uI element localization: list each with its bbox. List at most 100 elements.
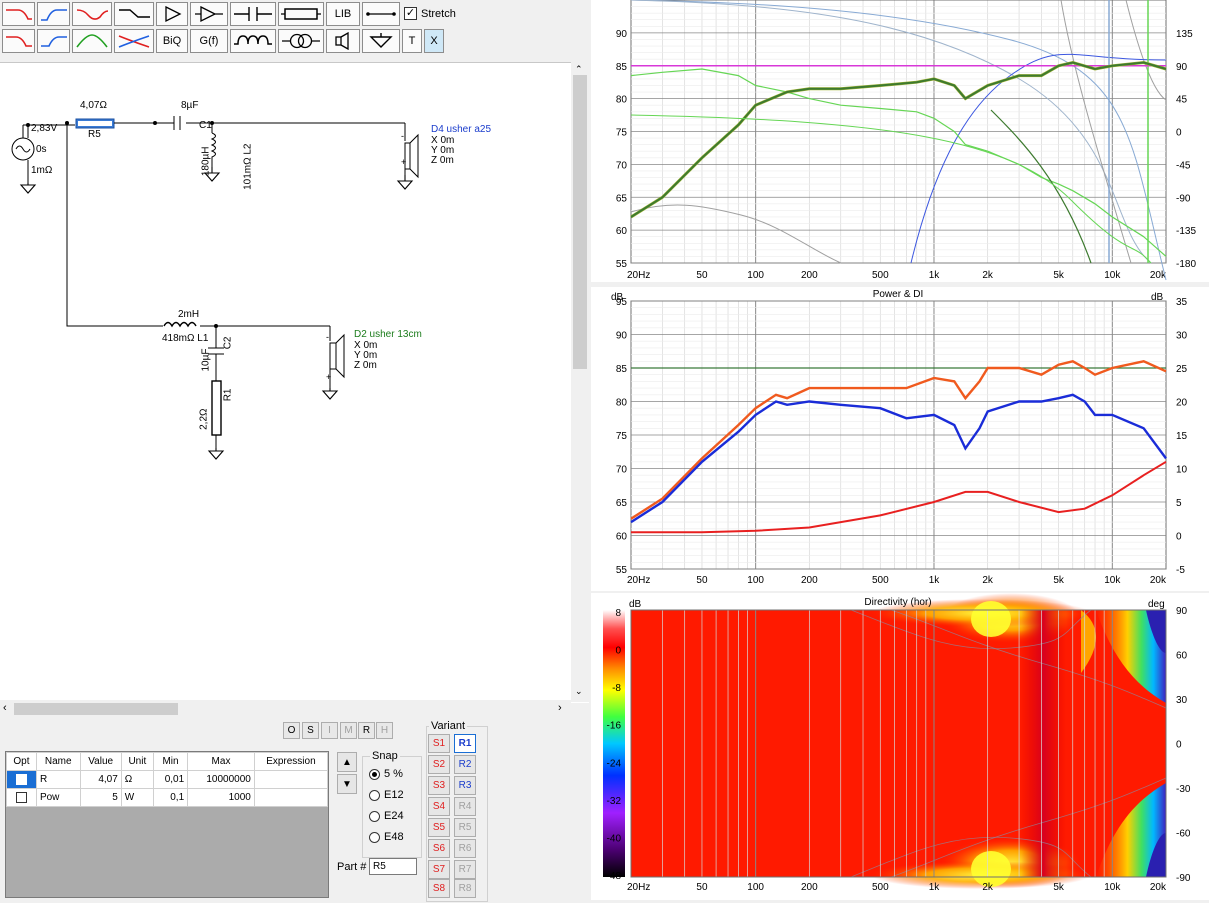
biquad-button[interactable]: BiQ <box>156 29 188 53</box>
param-expression[interactable] <box>253 770 329 789</box>
allpass-filter-button[interactable] <box>114 29 154 53</box>
scroll-right-icon[interactable]: › <box>558 702 562 714</box>
l2-res-label: 101mΩ L2 <box>242 143 254 190</box>
scroll-down-icon[interactable]: ⌄ <box>575 686 583 697</box>
x-tick-label: 200 <box>801 882 818 893</box>
y2-tick-label: -30 <box>1176 784 1191 795</box>
schematic-canvas[interactable]: - + - + 2,83V 0s 1mΩ 4,07Ω R5 8µF C1 180… <box>0 62 589 703</box>
variant-s6-button[interactable]: S6 <box>428 839 450 858</box>
d4-z-label: Z 0m <box>431 155 454 166</box>
bandpass-filter-button[interactable] <box>72 29 112 53</box>
table-row[interactable]: Pow 5 W 0,1 1000 <box>6 788 329 807</box>
variant-r6-button[interactable]: R6 <box>454 839 476 858</box>
variant-s1-button[interactable]: S1 <box>428 734 450 753</box>
opt-checkbox[interactable] <box>15 792 27 803</box>
highpass-filter-button[interactable] <box>37 2 70 26</box>
colorbar-tick-label: 0 <box>615 646 621 657</box>
move-up-button[interactable]: ▲ <box>337 752 357 772</box>
x-tick-label: 200 <box>801 575 818 586</box>
power-di-graph[interactable]: 55 60 65 70 75 80 85 90 95 -5 0 5 10 15 20 25 30 35 Power … <box>591 287 1209 591</box>
capacitor-button[interactable] <box>230 2 276 26</box>
move-down-button[interactable]: ▼ <box>337 774 357 794</box>
heatmap-dip <box>1021 610 1066 877</box>
x-tick-label: 20k <box>1150 575 1167 586</box>
horizontal-scroll-thumb[interactable] <box>14 703 178 715</box>
wire-button[interactable] <box>362 2 400 26</box>
variant-r1-button[interactable]: R1 <box>454 734 476 753</box>
d2-name-label: D2 usher 13cm <box>354 329 422 340</box>
variant-r8-button[interactable]: R8 <box>454 879 476 898</box>
part-number-input[interactable]: R5 <box>369 858 417 875</box>
option-i-button[interactable]: I <box>321 722 338 739</box>
option-s-button[interactable]: S <box>302 722 319 739</box>
variant-s2-button[interactable]: S2 <box>428 755 450 774</box>
snap-title: Snap <box>370 750 400 762</box>
param-max[interactable]: 10000000 <box>187 770 255 789</box>
transfer-function-button[interactable]: G(f) <box>190 29 228 53</box>
spl-graph[interactable]: 55 60 65 70 75 80 85 90 -180 -135 -90 -45 0 45 90 135 20… <box>591 0 1209 282</box>
shelf-filter-button[interactable] <box>114 2 154 26</box>
r1-name-label: R1 <box>222 388 234 402</box>
resistor-button[interactable] <box>278 2 324 26</box>
stretch-checkbox[interactable]: ✓ <box>404 7 417 20</box>
scroll-left-icon[interactable]: ‹ <box>3 702 7 714</box>
inductor-button[interactable] <box>230 29 276 53</box>
option-r-button[interactable]: R <box>358 722 375 739</box>
text-button[interactable]: T <box>402 29 422 53</box>
y-tick-label: 70 <box>616 160 628 171</box>
param-max[interactable]: 1000 <box>187 788 255 807</box>
option-h-button[interactable]: H <box>376 722 393 739</box>
buffer-button[interactable] <box>190 2 228 26</box>
param-min[interactable]: 0,01 <box>152 770 189 789</box>
variant-s7-button[interactable]: S7 <box>428 860 450 879</box>
lowpass-filter-button[interactable] <box>2 2 35 26</box>
param-value[interactable]: 5 <box>79 788 122 807</box>
horizontal-scrollbar[interactable]: ‹ › <box>0 700 571 718</box>
colorbar-tick-label: -8 <box>612 683 621 694</box>
x-tick-label: 10k <box>1104 575 1121 586</box>
param-min[interactable]: 0,1 <box>152 788 189 807</box>
variant-s5-button[interactable]: S5 <box>428 818 450 837</box>
parameter-grid[interactable]: Opt Name Value Unit Min Max Expression R… <box>5 751 329 898</box>
directivity-graph[interactable]: 8 0 -8 -16 -24 -32 -40 -48 90 60 30 0 -30 -60 -90 Direc… <box>591 593 1209 900</box>
variant-r5-button[interactable]: R5 <box>454 818 476 837</box>
y2-tick-label: 35 <box>1176 297 1188 308</box>
notch-filter-button[interactable] <box>72 2 112 26</box>
library-button[interactable]: LIB <box>326 2 360 26</box>
scroll-up-icon[interactable]: ⌃ <box>575 64 583 75</box>
amplifier-button[interactable] <box>156 2 188 26</box>
variant-r3-button[interactable]: R3 <box>454 776 476 795</box>
vertical-scrollbar[interactable]: ⌃ ⌄ <box>571 62 589 702</box>
snap-option-e24[interactable]: E24 <box>369 810 404 822</box>
x-tick-label: 20Hz <box>627 882 650 893</box>
param-value[interactable]: 4,07 <box>79 770 122 789</box>
variant-s4-button[interactable]: S4 <box>428 797 450 816</box>
snap-option-5pct[interactable]: 5 % <box>369 768 403 780</box>
y-tick-label: 60 <box>616 226 628 237</box>
x-tick-label: 2k <box>982 575 994 586</box>
vertical-scroll-thumb[interactable] <box>573 75 587 369</box>
lowpass2-filter-button[interactable] <box>2 29 35 53</box>
param-expression[interactable] <box>253 788 329 807</box>
variant-s8-button[interactable]: S8 <box>428 879 450 898</box>
col-unit: Unit <box>120 752 154 771</box>
l1-res-label: 418mΩ L1 <box>162 333 209 344</box>
transformer-button[interactable] <box>278 29 324 53</box>
highpass-icon <box>40 9 67 21</box>
snap-option-e12[interactable]: E12 <box>369 789 404 801</box>
snap-option-e48[interactable]: E48 <box>369 831 404 843</box>
opt-checkbox[interactable] <box>15 774 27 785</box>
highpass2-filter-button[interactable] <box>37 29 70 53</box>
ground-button[interactable] <box>362 29 400 53</box>
option-m-button[interactable]: M <box>340 722 357 739</box>
driver-button[interactable] <box>326 29 360 53</box>
variant-s3-button[interactable]: S3 <box>428 776 450 795</box>
option-o-button[interactable]: O <box>283 722 300 739</box>
table-row[interactable]: R 4,07 Ω 0,01 10000000 <box>6 770 329 789</box>
variant-r2-button[interactable]: R2 <box>454 755 476 774</box>
delete-button[interactable]: X <box>424 29 444 53</box>
library-label: LIB <box>334 8 352 20</box>
variant-r7-button[interactable]: R7 <box>454 860 476 879</box>
speaker-icon <box>335 32 349 50</box>
variant-r4-button[interactable]: R4 <box>454 797 476 816</box>
